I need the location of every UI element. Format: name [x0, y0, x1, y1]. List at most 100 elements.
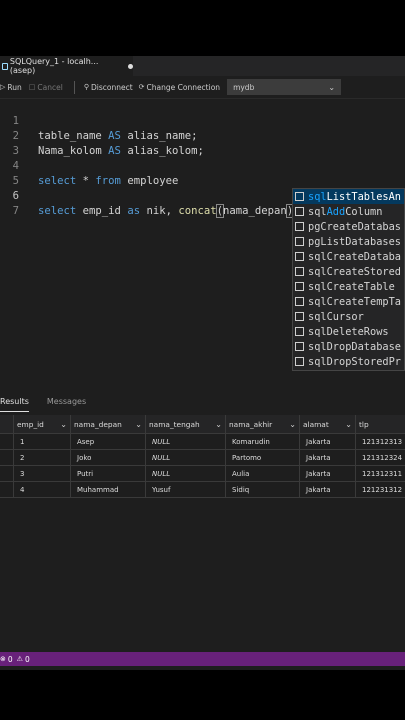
suggestion-item[interactable]: sqlDropStoredPr — [293, 354, 404, 369]
unsaved-dot-icon[interactable] — [128, 63, 133, 69]
table-cell[interactable]: 121312324 — [356, 450, 405, 466]
table-cell[interactable]: Jakarta — [300, 434, 356, 450]
toolbar-divider — [73, 80, 75, 94]
tab-results[interactable]: Results — [0, 391, 29, 413]
warning-count[interactable]: 0 — [25, 655, 30, 664]
suggestion-label: sqlCreateTempTa — [308, 295, 401, 308]
table-cell[interactable]: Sidiq — [226, 482, 300, 498]
table-cell[interactable]: Partomo — [226, 450, 300, 466]
chevron-down-icon[interactable]: ⌄ — [60, 415, 67, 433]
column-header-label: nama_akhir — [229, 420, 273, 429]
change-connection-label: Change Connection — [146, 82, 221, 92]
table-row[interactable]: 3 Putri NULL Aulia Jakarta 121312311 — [0, 466, 405, 482]
table-cell[interactable]: NULL — [146, 450, 226, 466]
table-cell[interactable]: 121231312 — [356, 482, 405, 498]
table-cell[interactable]: Komarudin — [226, 434, 300, 450]
table-cell[interactable]: Jakarta — [300, 466, 356, 482]
column-header-label: emp_id — [17, 420, 44, 429]
chevron-down-icon: ⌄ — [328, 82, 336, 92]
warning-icon: ⚠ — [16, 655, 23, 663]
table-cell[interactable]: NULL — [146, 466, 226, 482]
suggestion-label: sqlListTablesAn — [308, 190, 402, 203]
column-header[interactable]: nama_depan ⌄ — [71, 415, 146, 434]
change-connection-icon: ⟳ — [138, 83, 145, 91]
tab-messages[interactable]: Messages — [47, 391, 86, 413]
error-icon: ⊗ — [0, 655, 6, 663]
line-number: 7 — [12, 205, 19, 217]
table-cell[interactable]: 121312313 — [356, 434, 405, 450]
run-label: Run — [7, 82, 22, 92]
table-cell[interactable]: Jakarta — [300, 482, 356, 498]
grid-header-row[interactable]: emp_id ⌄ nama_depan ⌄ nama_tengah ⌄ nama_akhir… — [0, 415, 405, 434]
disconnect-icon: ⚲ — [83, 83, 89, 91]
suggestion-label: pgListDatabases — [308, 235, 401, 248]
column-header[interactable]: nama_tengah ⌄ — [146, 415, 226, 434]
row-selector[interactable] — [0, 434, 14, 450]
suggestion-item[interactable]: pgCreateDatabas — [293, 219, 404, 234]
chevron-down-icon[interactable]: ⌄ — [345, 415, 352, 433]
suggestion-item[interactable]: sqlListTablesAn — [293, 189, 404, 204]
chevron-down-icon[interactable]: ⌄ — [289, 415, 296, 433]
query-tab[interactable]: SQLQuery_1 - localh... (asep) — [0, 56, 133, 76]
column-header[interactable]: emp_id ⌄ — [14, 415, 71, 434]
chevron-down-icon[interactable]: ⌄ — [135, 415, 142, 433]
table-cell[interactable]: 4 — [14, 482, 71, 498]
suggestion-item[interactable]: sqlCreateTempTa — [293, 294, 404, 309]
error-count[interactable]: 0 — [8, 655, 13, 664]
table-cell[interactable]: 3 — [14, 466, 71, 482]
suggestion-label: pgCreateDatabas — [308, 220, 401, 233]
suggestion-item[interactable]: sqlAddColumn — [293, 204, 404, 219]
run-button[interactable]: ▷ Run — [0, 83, 22, 92]
column-header-label: nama_tengah — [149, 420, 200, 429]
row-selector[interactable] — [0, 466, 14, 482]
database-value: mydb — [233, 82, 255, 92]
table-row[interactable]: 1 Asep NULL Komarudin Jakarta 121312313 — [0, 434, 405, 450]
suggestion-item[interactable]: sqlCursor — [293, 309, 404, 324]
suggestion-label: sqlDropDatabase — [308, 340, 401, 353]
change-connection-button[interactable]: ⟳ Change Connection — [139, 83, 220, 92]
snippet-icon — [295, 357, 304, 366]
suggestion-item[interactable]: sqlDeleteRows — [293, 324, 404, 339]
column-header-label: alamat — [303, 420, 329, 429]
suggestion-item[interactable]: sqlCreateDataba — [293, 249, 404, 264]
table-cell[interactable]: Asep — [71, 434, 146, 450]
cancel-button[interactable]: □ Cancel — [29, 83, 63, 92]
column-header[interactable]: alamat ⌄ — [300, 415, 356, 434]
column-header[interactable]: nama_akhir ⌄ — [226, 415, 300, 434]
row-selector[interactable] — [0, 450, 14, 466]
chevron-down-icon[interactable]: ⌄ — [215, 415, 222, 433]
results-tab-bar: Results Messages — [0, 391, 405, 413]
snippet-icon — [295, 342, 304, 351]
table-row[interactable]: 2 Joko NULL Partomo Jakarta 121312324 — [0, 450, 405, 466]
snippet-icon — [295, 252, 304, 261]
table-cell[interactable]: 2 — [14, 450, 71, 466]
sql-file-icon — [2, 62, 8, 70]
suggestion-item[interactable]: sqlCreateTable — [293, 279, 404, 294]
table-cell[interactable]: NULL — [146, 434, 226, 450]
table-cell[interactable]: Joko — [71, 450, 146, 466]
query-toolbar: ▷ Run □ Cancel ⚲ Disconnect ⟳ Change Con… — [0, 76, 405, 99]
table-cell[interactable]: Yusuf — [146, 482, 226, 498]
grid-corner-cell[interactable] — [0, 415, 14, 434]
table-row[interactable]: 4 Muhammad Yusuf Sidiq Jakarta 121231312 — [0, 482, 405, 498]
table-cell[interactable]: 1 — [14, 434, 71, 450]
sql-editor-window: SQLQuery_1 - localh... (asep) ▷ Run □ Ca… — [0, 56, 405, 670]
suggestion-label: sqlDeleteRows — [308, 325, 389, 338]
table-cell[interactable]: 121312311 — [356, 466, 405, 482]
table-cell[interactable]: Aulia — [226, 466, 300, 482]
column-header[interactable]: tlp⌄ — [356, 415, 405, 434]
table-cell[interactable]: Jakarta — [300, 450, 356, 466]
table-cell[interactable]: Muhammad — [71, 482, 146, 498]
table-cell[interactable]: Putri — [71, 466, 146, 482]
query-tab-title: SQLQuery_1 - localh... (asep) — [9, 57, 99, 75]
disconnect-button[interactable]: ⚲ Disconnect — [84, 83, 133, 92]
row-selector[interactable] — [0, 482, 14, 498]
suggestion-item[interactable]: pgListDatabases — [293, 234, 404, 249]
autocomplete-popup[interactable]: sqlListTablesAn sqlAddColumn pgCreateDatab… — [292, 188, 405, 371]
suggestion-item[interactable]: sqlDropDatabase — [293, 339, 404, 354]
suggestion-label: sqlCreateDataba — [308, 250, 401, 263]
database-select[interactable]: mydb ⌄ — [227, 79, 342, 95]
suggestion-item[interactable]: sqlCreateStored — [293, 264, 404, 279]
disconnect-label: Disconnect — [90, 82, 133, 92]
snippet-icon — [295, 237, 304, 246]
